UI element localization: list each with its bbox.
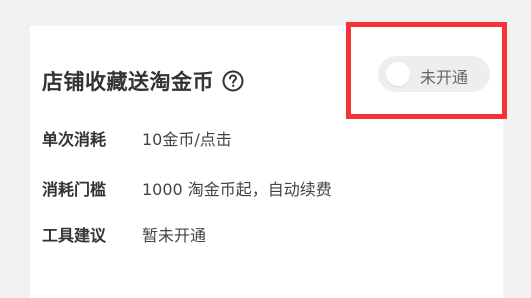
page: 店铺收藏送淘金币 未开通 单次消耗 10金币/点击 消耗门槛 1000 淘金币起… bbox=[0, 0, 531, 298]
info-row-threshold: 消耗门槛 1000 淘金币起，自动续费 bbox=[42, 176, 332, 200]
info-value: 10金币/点击 bbox=[142, 130, 232, 149]
enable-toggle[interactable]: 未开通 bbox=[378, 56, 490, 92]
card-header: 店铺收藏送淘金币 bbox=[42, 66, 244, 96]
card-title: 店铺收藏送淘金币 bbox=[42, 70, 214, 94]
info-key: 消耗门槛 bbox=[42, 180, 107, 199]
info-value: 1000 淘金币起，自动续费 bbox=[142, 180, 332, 199]
info-row-cost: 单次消耗 10金币/点击 bbox=[42, 126, 232, 150]
info-key: 单次消耗 bbox=[42, 130, 107, 149]
info-row-suggestion: 工具建议 暂未开通 bbox=[42, 222, 206, 246]
toggle-label: 未开通 bbox=[420, 68, 469, 87]
help-icon[interactable] bbox=[222, 70, 244, 92]
info-key: 工具建议 bbox=[42, 226, 107, 245]
info-value: 暂未开通 bbox=[142, 226, 207, 245]
tool-card: 店铺收藏送淘金币 未开通 单次消耗 10金币/点击 消耗门槛 1000 淘金币起… bbox=[30, 26, 503, 298]
toggle-knob bbox=[386, 62, 410, 86]
